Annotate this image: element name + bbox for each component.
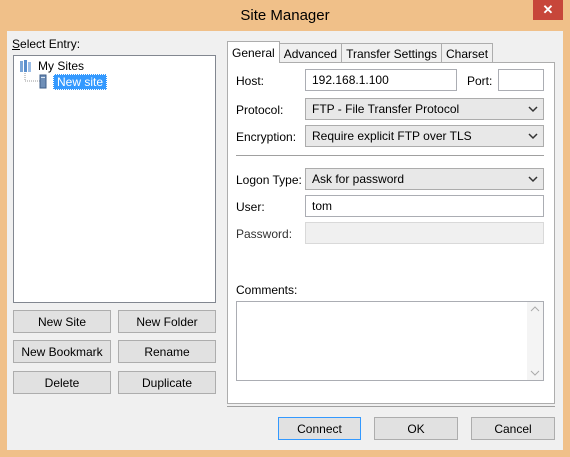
- tree-label-my-sites: My Sites: [38, 59, 85, 73]
- tab-strip: General Advanced Transfer Settings Chars…: [227, 41, 494, 63]
- new-site-button[interactable]: New Site: [13, 310, 111, 333]
- comments-textarea[interactable]: [236, 301, 544, 381]
- delete-button[interactable]: Delete: [13, 371, 111, 394]
- user-label: User:: [236, 200, 265, 214]
- cancel-button[interactable]: Cancel: [471, 417, 555, 440]
- tab-general[interactable]: General: [227, 41, 280, 63]
- chevron-down-icon: [528, 106, 538, 113]
- protocol-label: Protocol:: [236, 103, 284, 117]
- host-label: Host:: [236, 74, 265, 88]
- chevron-down-icon: [528, 133, 538, 140]
- new-bookmark-label: New Bookmark: [21, 344, 103, 359]
- dialog-body: Select Entry: My Sites New site New Site…: [7, 31, 563, 450]
- select-entry-label: Select Entry:: [12, 37, 81, 51]
- close-icon: ✕: [542, 2, 554, 17]
- ok-label: OK: [407, 421, 425, 436]
- cancel-label: Cancel: [494, 421, 532, 436]
- ok-button[interactable]: OK: [374, 417, 458, 440]
- port-input[interactable]: [498, 69, 544, 91]
- tree-item-new-site[interactable]: New site: [36, 74, 108, 90]
- new-site-label: New Site: [37, 314, 87, 329]
- tab-advanced[interactable]: Advanced: [278, 43, 343, 63]
- rename-label: Rename: [144, 344, 190, 359]
- tree-label-new-site: New site: [53, 74, 108, 90]
- tree-item-my-sites[interactable]: My Sites: [18, 58, 84, 74]
- new-folder-label: New Folder: [136, 314, 198, 329]
- site-tree[interactable]: My Sites New site: [13, 55, 216, 303]
- connect-label: Connect: [297, 421, 342, 436]
- logon-type-select[interactable]: Ask for password: [305, 168, 544, 190]
- general-panel: Host: 192.168.1.100 Port: Protocol: FTP …: [227, 62, 555, 404]
- window-title: Site Manager: [240, 6, 330, 24]
- chevron-down-icon: [528, 176, 538, 183]
- tab-charset[interactable]: Charset: [441, 43, 494, 63]
- sites-folder-icon: [20, 60, 31, 72]
- protocol-select[interactable]: FTP - File Transfer Protocol: [305, 98, 544, 120]
- password-label: Password:: [236, 227, 293, 241]
- port-label: Port:: [467, 74, 493, 88]
- separator: [236, 155, 544, 156]
- server-icon: [39, 74, 47, 89]
- encryption-select[interactable]: Require explicit FTP over TLS: [305, 125, 544, 147]
- encryption-value: Require explicit FTP over TLS: [312, 129, 472, 143]
- delete-label: Delete: [44, 375, 80, 390]
- duplicate-label: Duplicate: [141, 375, 193, 390]
- new-bookmark-button[interactable]: New Bookmark: [13, 340, 111, 363]
- comments-scrollbar[interactable]: [527, 302, 543, 380]
- rename-button[interactable]: Rename: [118, 340, 216, 363]
- host-input[interactable]: 192.168.1.100: [305, 69, 457, 91]
- password-input: [305, 222, 544, 244]
- close-button[interactable]: ✕: [533, 0, 563, 20]
- logon-type-value: Ask for password: [312, 172, 405, 186]
- logon-type-label: Logon Type:: [236, 173, 302, 187]
- footer-separator: [227, 406, 555, 407]
- encryption-label: Encryption:: [236, 130, 297, 144]
- comments-label: Comments:: [236, 283, 298, 297]
- new-folder-button[interactable]: New Folder: [118, 310, 216, 333]
- site-manager-window: Site Manager ✕ Select Entry: My Sites Ne…: [0, 0, 570, 457]
- duplicate-button[interactable]: Duplicate: [118, 371, 216, 394]
- title-bar: Site Manager ✕: [0, 0, 570, 30]
- scroll-arrows-icon: [530, 306, 540, 376]
- connect-button[interactable]: Connect: [278, 417, 361, 440]
- protocol-value: FTP - File Transfer Protocol: [312, 102, 460, 116]
- tab-transfer-settings[interactable]: Transfer Settings: [341, 43, 443, 63]
- user-input[interactable]: tom: [305, 195, 544, 217]
